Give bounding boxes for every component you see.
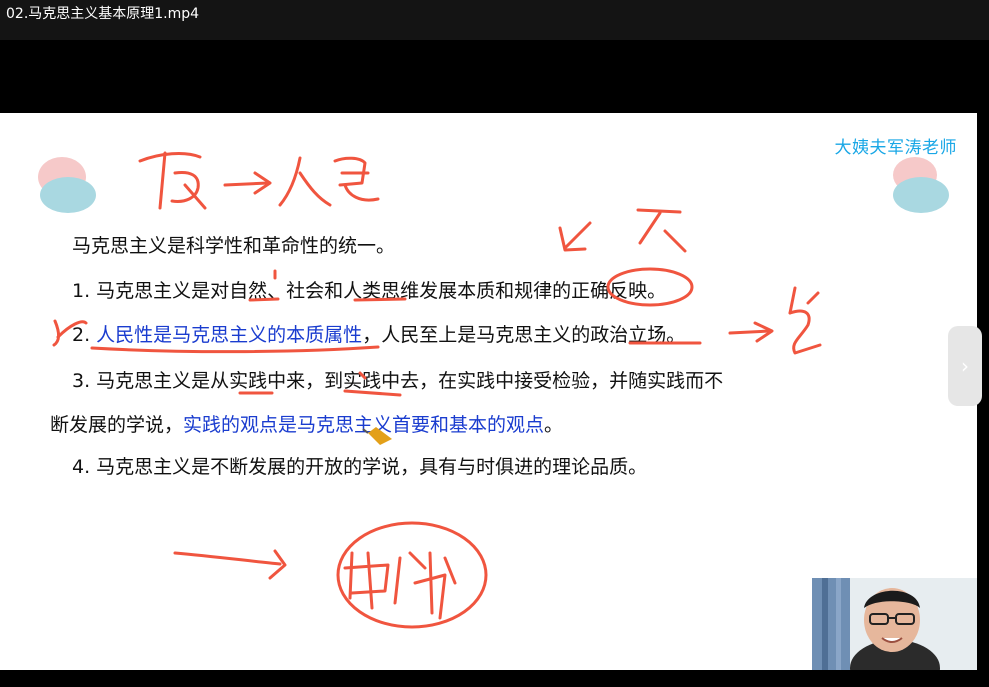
webcam-overlay	[812, 578, 977, 670]
item-2-rest: ，人民至上是马克思主义的政治立场。	[362, 324, 686, 346]
video-letterbox-bottom	[0, 670, 989, 687]
video-letterbox-top	[0, 40, 977, 113]
item-1: 1. 马克思主义是对自然、社会和人类思维发展本质和规律的正确反映。	[72, 280, 667, 302]
item-3-line-1: 3. 马克思主义是从实践中来，到实践中去，在实践中接受检验，并随实践而不	[72, 370, 724, 392]
item-2-highlight: 人民性是马克思主义的本质属性	[96, 324, 363, 346]
item-4: 4. 马克思主义是不断发展的开放的学说，具有与时俱进的理论品质。	[72, 456, 648, 478]
window-titlebar: 02.马克思主义基本原理1.mp4	[0, 0, 989, 40]
item-3-highlight: 实践的观点是马克思主义首要和基本的观点	[183, 414, 545, 436]
intro-line: 马克思主义是科学性和革命性的统一。	[72, 235, 396, 257]
item-2: 2. 人民性是马克思主义的本质属性，人民至上是马克思主义的政治立场。	[72, 320, 685, 347]
chevron-right-icon: ›	[961, 354, 969, 378]
window-title: 02.马克思主义基本原理1.mp4	[6, 6, 200, 22]
presenter-video	[812, 578, 977, 670]
item-2-number: 2.	[72, 324, 97, 346]
next-slide-button[interactable]: ›	[948, 326, 982, 406]
item-3-line-2: 断发展的学说，实践的观点是马克思主义首要和基本的观点。	[50, 410, 563, 437]
item-3-suffix: 。	[544, 414, 564, 436]
item-3-prefix: 断发展的学说，	[50, 414, 184, 436]
